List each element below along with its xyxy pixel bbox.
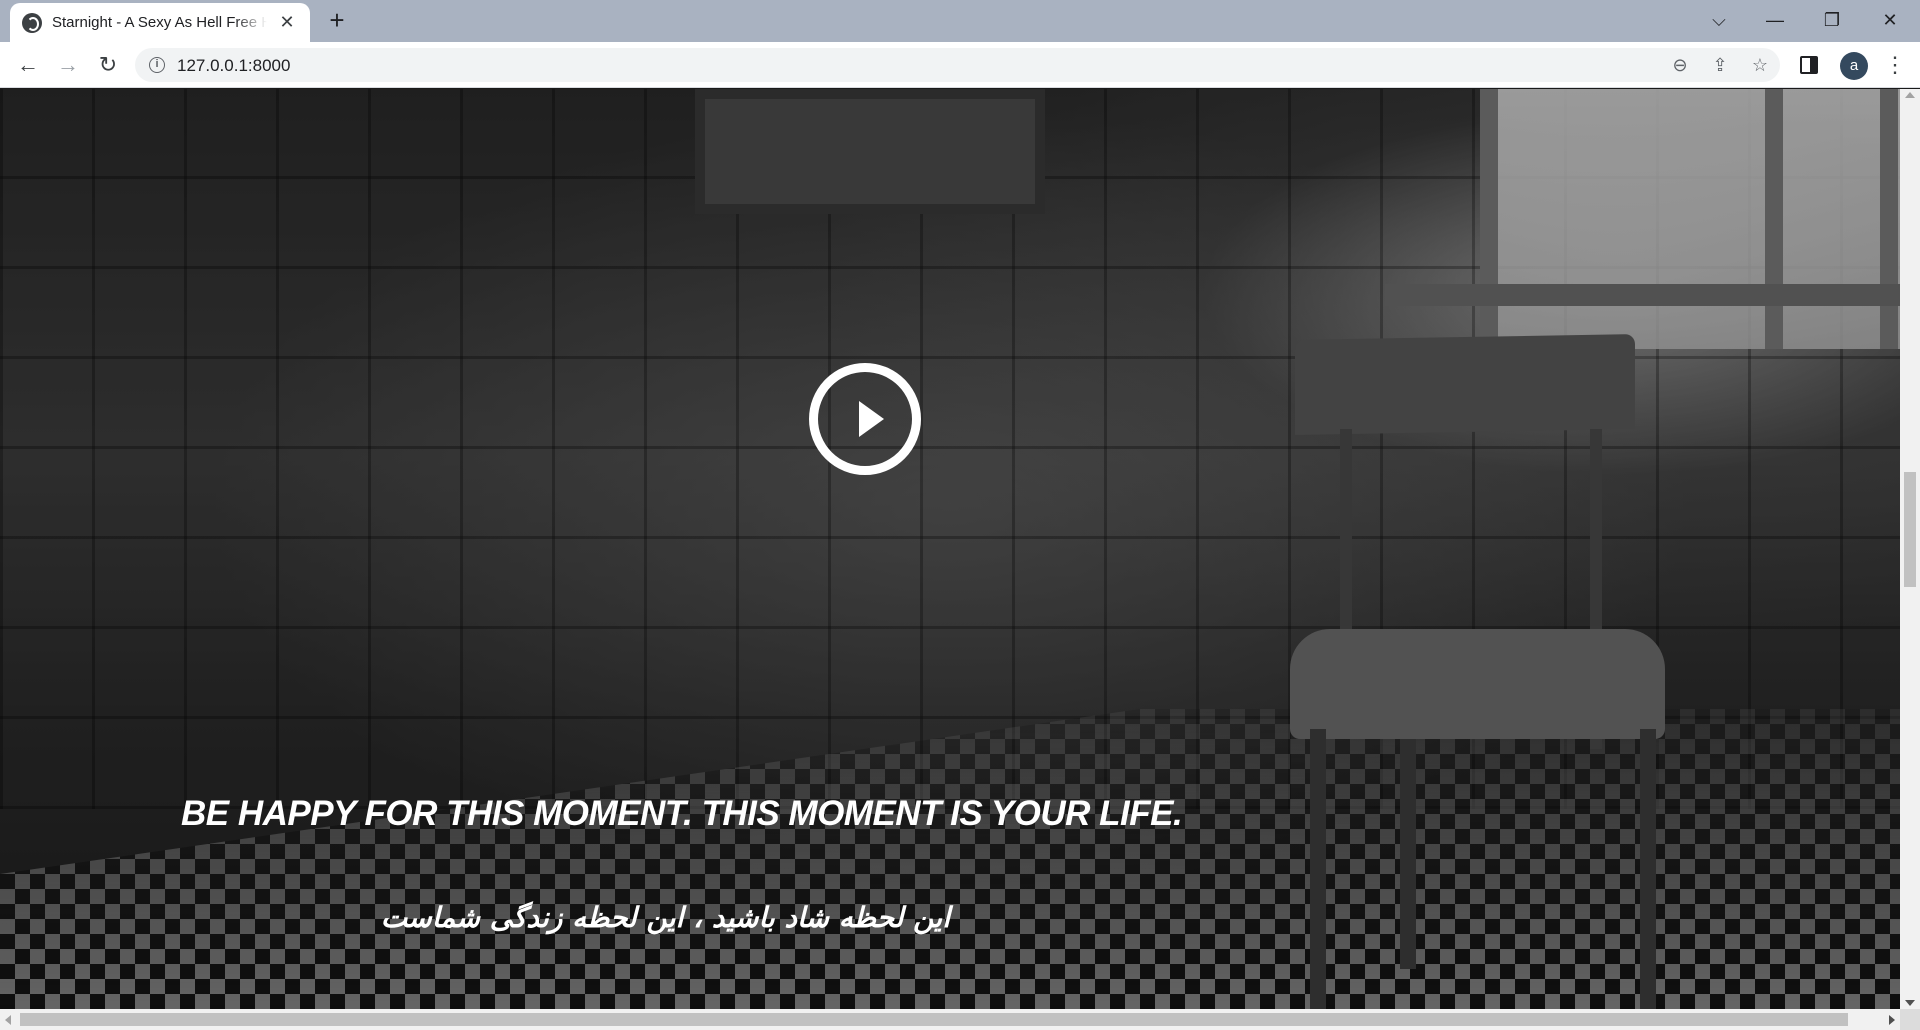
browser-toolbar: ← → ↻ i 127.0.0.1:8000 ⊖ ⇪ ☆ a ⋮	[0, 42, 1920, 88]
browser-menu-icon[interactable]: ⋮	[1880, 49, 1910, 81]
window-close-button[interactable]: ✕	[1862, 4, 1918, 36]
horizontal-scrollbar[interactable]	[0, 1009, 1900, 1030]
scroll-down-arrow-icon[interactable]	[1905, 1000, 1915, 1006]
play-icon	[859, 401, 884, 437]
back-button[interactable]: ←	[12, 49, 44, 81]
minimize-button[interactable]: —	[1747, 4, 1803, 36]
vertical-scrollbar[interactable]	[1900, 89, 1920, 1009]
url-text[interactable]: 127.0.0.1:8000	[177, 56, 290, 76]
reload-button[interactable]: ↻	[92, 49, 124, 81]
restore-button[interactable]: ❐	[1804, 4, 1860, 36]
image-overlay	[0, 89, 1900, 1009]
share-icon[interactable]: ⇪	[1707, 53, 1733, 77]
bookmark-star-icon[interactable]: ☆	[1747, 53, 1773, 77]
globe-icon	[22, 12, 42, 33]
play-video-button[interactable]	[809, 363, 921, 475]
side-panel-icon[interactable]	[1800, 56, 1818, 74]
hero-quote-persian: این لحظه شاد باشید ، این لحظه زندگی شماس…	[380, 901, 950, 934]
scroll-up-arrow-icon[interactable]	[1905, 92, 1915, 98]
hero-quote-english: BE HAPPY FOR THIS MOMENT. THIS MOMENT IS…	[181, 794, 1183, 833]
browser-titlebar: Starnight - A Sexy As Hell Free HTML ✕ +…	[0, 0, 1920, 42]
hero-section: BE HAPPY FOR THIS MOMENT. THIS MOMENT IS…	[0, 89, 1900, 1009]
vertical-scroll-thumb[interactable]	[1904, 472, 1916, 587]
tab-title: Starnight - A Sexy As Hell Free HTML	[52, 14, 267, 31]
browser-tab[interactable]: Starnight - A Sexy As Hell Free HTML ✕	[10, 3, 310, 42]
zoom-icon[interactable]: ⊖	[1667, 53, 1693, 77]
scroll-left-arrow-icon[interactable]	[5, 1015, 11, 1025]
horizontal-scroll-thumb[interactable]	[20, 1013, 1848, 1026]
new-tab-button[interactable]: +	[322, 6, 352, 36]
tab-close-icon[interactable]: ✕	[276, 12, 298, 33]
address-bar[interactable]: i 127.0.0.1:8000 ⊖ ⇪ ☆	[135, 48, 1780, 82]
scrollbar-corner	[1900, 1009, 1920, 1030]
site-info-icon[interactable]: i	[149, 57, 165, 73]
scroll-right-arrow-icon[interactable]	[1889, 1015, 1895, 1025]
profile-avatar[interactable]: a	[1840, 52, 1868, 80]
tab-search-icon[interactable]: ⌵	[1691, 4, 1747, 36]
forward-button[interactable]: →	[52, 49, 84, 81]
